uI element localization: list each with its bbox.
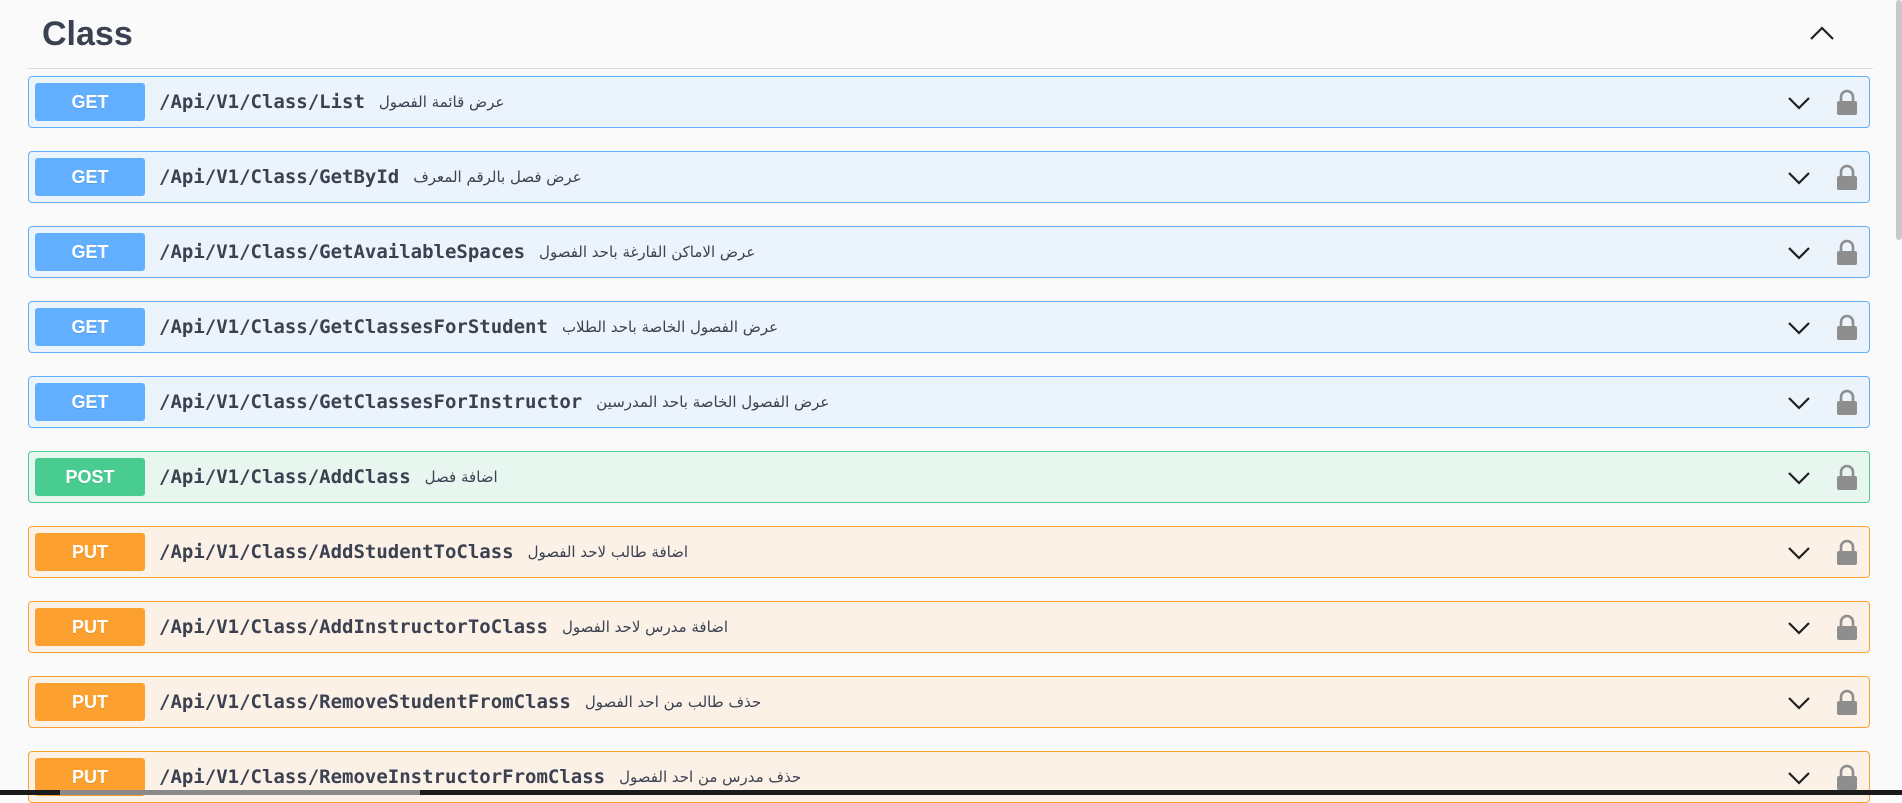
operation-description: حذف طالب من احد الفصول: [584, 693, 762, 711]
operation-row-getclassesforstudent[interactable]: GET /Api/V1/Class/GetClassesForStudent ع…: [28, 301, 1870, 353]
horizontal-scrollbar[interactable]: [0, 790, 1902, 795]
chevron-down-icon: [1788, 247, 1810, 260]
authorize-button[interactable]: [1835, 613, 1859, 641]
method-badge: GET: [35, 83, 145, 121]
authorize-button[interactable]: [1835, 163, 1859, 191]
method-badge: GET: [35, 383, 145, 421]
operation-description: اضافة مدرس لاحد الفصول: [561, 618, 729, 636]
operation-description: عرض قائمة الفصول: [378, 93, 505, 111]
chevron-down-icon: [1788, 472, 1810, 485]
operation-path: /Api/V1/Class/RemoveStudentFromClass: [159, 691, 571, 713]
operation-description: عرض الاماكن الفارغة باحد الفصول: [539, 243, 756, 261]
operation-row-removeinstructorfromclass[interactable]: PUT /Api/V1/Class/RemoveInstructorFromCl…: [28, 751, 1870, 803]
method-badge: GET: [35, 233, 145, 271]
operation-row-getavailablespaces[interactable]: GET /Api/V1/Class/GetAvailableSpaces عرض…: [28, 226, 1870, 278]
swagger-page: Class GET /Api/V1/Class/List عرض قائمة ا…: [0, 0, 1902, 803]
operation-description: عرض فصل بالرقم المعرف: [413, 168, 582, 186]
lock-icon: [1837, 764, 1857, 790]
section-title: Class: [42, 14, 133, 53]
operation-description: حذف مدرس من احد الفصول: [619, 768, 802, 786]
lock-icon: [1837, 689, 1857, 715]
vertical-scrollbar[interactable]: [1896, 0, 1902, 240]
chevron-down-icon: [1788, 97, 1810, 110]
operation-description: عرض الفصول الخاصة باحد المدرسين: [596, 393, 830, 411]
expand-button[interactable]: [1787, 241, 1811, 265]
authorize-button[interactable]: [1835, 88, 1859, 116]
operation-row-removestudentfromclass[interactable]: PUT /Api/V1/Class/RemoveStudentFromClass…: [28, 676, 1870, 728]
lock-icon: [1837, 389, 1857, 415]
operation-path: /Api/V1/Class/AddStudentToClass: [159, 541, 514, 563]
expand-button[interactable]: [1787, 616, 1811, 640]
operation-path: /Api/V1/Class/RemoveInstructorFromClass: [159, 766, 606, 788]
operation-path: /Api/V1/Class/GetById: [159, 166, 400, 188]
scrollbar-thumb[interactable]: [60, 790, 420, 795]
operation-row-addstudenttoclass[interactable]: PUT /Api/V1/Class/AddStudentToClass اضاف…: [28, 526, 1870, 578]
authorize-button[interactable]: [1835, 688, 1859, 716]
authorize-button[interactable]: [1835, 238, 1859, 266]
operation-path: /Api/V1/Class/GetAvailableSpaces: [159, 241, 526, 263]
expand-button[interactable]: [1787, 466, 1811, 490]
operation-path: /Api/V1/Class/GetClassesForStudent: [159, 316, 548, 338]
chevron-down-icon: [1788, 397, 1810, 410]
operation-row-addinstructortoclass[interactable]: PUT /Api/V1/Class/AddInstructorToClass ا…: [28, 601, 1870, 653]
operation-path: /Api/V1/Class/List: [159, 91, 365, 113]
operation-row-list[interactable]: GET /Api/V1/Class/List عرض قائمة الفصول: [28, 76, 1870, 128]
chevron-down-icon: [1788, 772, 1810, 785]
lock-icon: [1837, 239, 1857, 265]
operation-row-getbyid[interactable]: GET /Api/V1/Class/GetById عرض فصل بالرقم…: [28, 151, 1870, 203]
operation-row-addclass[interactable]: POST /Api/V1/Class/AddClass اضافة فصل: [28, 451, 1870, 503]
operation-description: اضافة طالب لاحد الفصول: [527, 543, 689, 561]
method-badge: PUT: [35, 533, 145, 571]
operation-path: /Api/V1/Class/AddClass: [159, 466, 411, 488]
section-header[interactable]: Class: [28, 0, 1873, 69]
operation-row-getclassesforinstructor[interactable]: GET /Api/V1/Class/GetClassesForInstructo…: [28, 376, 1870, 428]
method-badge: GET: [35, 158, 145, 196]
chevron-down-icon: [1788, 322, 1810, 335]
method-badge: POST: [35, 458, 145, 496]
lock-icon: [1837, 314, 1857, 340]
collapse-section-button[interactable]: [1805, 16, 1839, 50]
lock-icon: [1837, 89, 1857, 115]
operation-description: عرض الفصول الخاصة باحد الطلاب: [561, 318, 779, 336]
chevron-down-icon: [1788, 172, 1810, 185]
chevron-down-icon: [1788, 697, 1810, 710]
lock-icon: [1837, 539, 1857, 565]
expand-button[interactable]: [1787, 91, 1811, 115]
operation-description: اضافة فصل: [424, 468, 498, 486]
lock-icon: [1837, 464, 1857, 490]
operation-path: /Api/V1/Class/AddInstructorToClass: [159, 616, 548, 638]
method-badge: GET: [35, 308, 145, 346]
chevron-up-icon: [1810, 26, 1834, 40]
expand-button[interactable]: [1787, 166, 1811, 190]
expand-button[interactable]: [1787, 316, 1811, 340]
lock-icon: [1837, 614, 1857, 640]
lock-icon: [1837, 164, 1857, 190]
chevron-down-icon: [1788, 547, 1810, 560]
authorize-button[interactable]: [1835, 763, 1859, 791]
expand-button[interactable]: [1787, 766, 1811, 790]
authorize-button[interactable]: [1835, 313, 1859, 341]
expand-button[interactable]: [1787, 391, 1811, 415]
method-badge: PUT: [35, 608, 145, 646]
authorize-button[interactable]: [1835, 388, 1859, 416]
method-badge: PUT: [35, 683, 145, 721]
chevron-down-icon: [1788, 622, 1810, 635]
expand-button[interactable]: [1787, 541, 1811, 565]
expand-button[interactable]: [1787, 691, 1811, 715]
operation-path: /Api/V1/Class/GetClassesForInstructor: [159, 391, 583, 413]
authorize-button[interactable]: [1835, 463, 1859, 491]
authorize-button[interactable]: [1835, 538, 1859, 566]
